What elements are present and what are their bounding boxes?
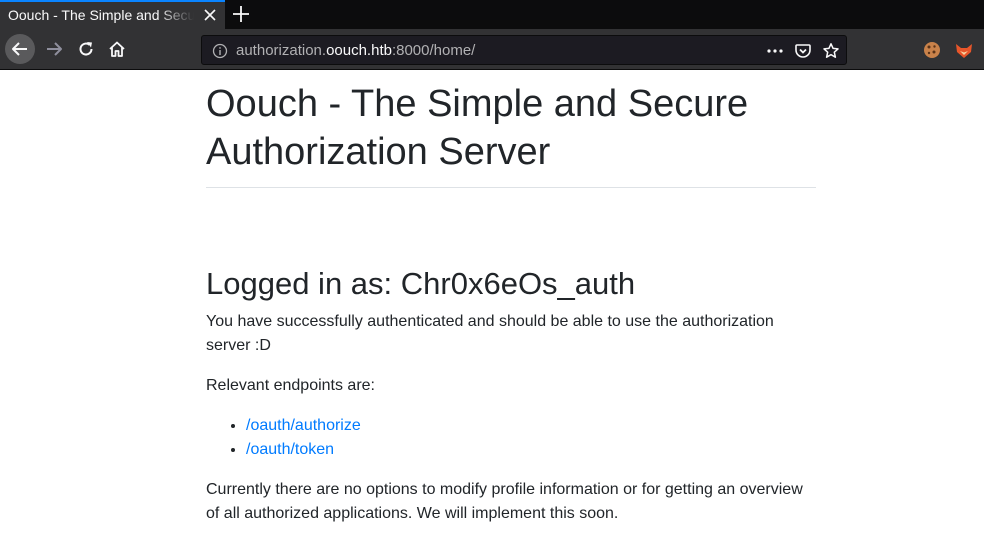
fox-extension-icon[interactable] (954, 40, 974, 60)
forward-arrow-icon (47, 42, 62, 56)
pocket-icon[interactable] (794, 42, 812, 60)
back-arrow-icon (12, 42, 27, 56)
plus-icon[interactable] (230, 3, 252, 25)
info-icon[interactable] (212, 43, 228, 59)
home-button[interactable] (103, 35, 131, 63)
page-content: Oouch - The Simple and Secure Authorizat… (206, 71, 816, 526)
cookie-extension-icon[interactable] (922, 40, 942, 60)
active-tab[interactable]: Oouch - The Simple and Secure Authorizat… (0, 0, 225, 29)
home-icon (109, 41, 125, 57)
authorize-endpoint-link[interactable]: /oauth/authorize (246, 417, 361, 434)
url-actions (766, 41, 840, 61)
endpoints-intro: Relevant endpoints are: (206, 377, 375, 394)
reload-button[interactable] (72, 35, 100, 63)
endpoints-list: /oauth/authorize /oauth/token (206, 414, 816, 462)
url-bar[interactable]: authorization.oouch.htb:8000/home/ (201, 35, 847, 65)
page-title: Oouch - The Simple and Secure Authorizat… (206, 80, 816, 188)
token-endpoint-link[interactable]: /oauth/token (246, 441, 334, 458)
url-suffix: :8000/home/ (391, 42, 476, 59)
tab-bar: Oouch - The Simple and Secure Authorizat… (0, 0, 984, 29)
url-prefix: authorization. (236, 42, 327, 59)
reload-icon (79, 42, 93, 56)
more-icon[interactable] (766, 42, 784, 60)
back-button[interactable] (5, 34, 35, 64)
forward-button[interactable] (40, 35, 68, 63)
star-icon[interactable] (822, 42, 840, 60)
url-host: oouch.htb (326, 42, 392, 59)
list-item: /oauth/authorize (246, 414, 816, 438)
list-item: /oauth/token (246, 438, 816, 462)
url-text[interactable]: authorization.oouch.htb:8000/home/ (236, 41, 475, 61)
close-icon[interactable] (203, 8, 217, 22)
logged-in-heading: Logged in as: Chr0x6eOs_auth (206, 266, 636, 301)
profile-note: Currently there are no options to modify… (206, 481, 803, 522)
tab-title: Oouch - The Simple and Secure Authorizat… (8, 7, 194, 23)
auth-message: You have successfully authenticated and … (206, 313, 774, 354)
